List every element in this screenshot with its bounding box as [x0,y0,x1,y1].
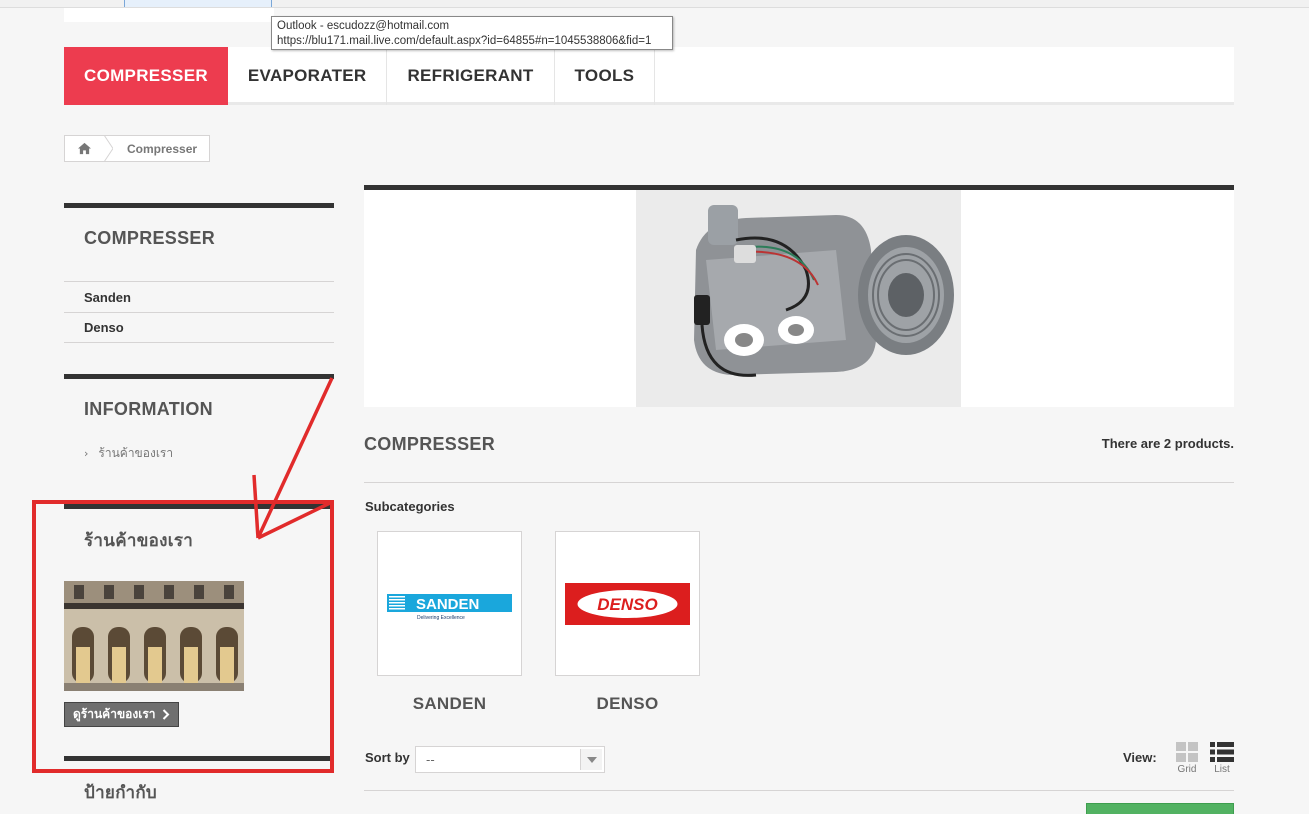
categories-block: COMPRESSER Sanden Denso [64,203,334,343]
divider [364,482,1234,483]
category-item-sanden[interactable]: Sanden [64,281,334,312]
menu-item-evaporater[interactable]: EVAPORATER [228,47,388,105]
list-icon [1210,742,1234,762]
home-icon [78,142,91,155]
subcategory-denso[interactable]: DENSO [555,531,700,676]
sanden-logo-text: SANDEN [416,596,479,613]
tooltip-url: https://blu171.mail.live.com/default.asp… [277,35,652,47]
link-tooltip: Outlook - escudozz@hotmail.com https://b… [271,16,673,50]
denso-logo: DENSO [565,541,690,666]
tooltip-title: Outlook - escudozz@hotmail.com [277,20,450,32]
bookmarks-bar [0,0,1309,8]
sort-label: Sort by [365,750,410,765]
menu-item-tools[interactable]: TOOLS [555,47,656,105]
breadcrumb-separator [104,135,113,162]
annotation-arrow-icon [252,377,334,540]
subcategories-title: Subcategories [365,499,455,514]
info-link-label: ร้านค้าของเรา [98,446,174,460]
subcategory-name-denso[interactable]: DENSO [555,694,700,714]
breadcrumb-home[interactable] [65,135,113,162]
subcategory-name-sanden[interactable]: SANDEN [377,694,522,714]
sanden-tagline: Delivering Excellence [417,615,465,621]
sort-value: -- [426,752,435,767]
category-banner [364,185,1234,407]
bookmark-outlook[interactable] [124,0,272,7]
category-heading: COMPRESSER [364,434,496,454]
compressor-image [636,190,961,407]
view-grid-label: Grid [1177,764,1197,775]
compare-button[interactable] [1086,803,1234,814]
subcategory-sanden[interactable]: SANDEN Delivering Excellence [377,531,522,676]
tags-title: ป้ายกำกับ [84,783,158,802]
categories-title: COMPRESSER [84,228,216,248]
category-item-denso[interactable]: Denso [64,312,334,343]
view-label: View: [1123,750,1157,765]
menu-item-refrigerant[interactable]: REFRIGERANT [387,47,555,105]
view-grid-button[interactable]: Grid [1172,742,1202,775]
product-count: There are 2 products. [1101,436,1234,451]
chevron-right-icon: › [84,447,89,460]
denso-logo-text: DENSO [597,595,657,614]
sort-select[interactable]: -- [415,746,605,773]
grid-icon [1176,742,1198,762]
sanden-logo: SANDEN Delivering Excellence [387,541,512,666]
chevron-down-icon[interactable] [580,749,602,770]
breadcrumb-current: Compresser [127,141,198,156]
breadcrumb: Compresser [64,135,211,162]
top-menu: COMPRESSER EVAPORATER REFRIGERANT TOOLS [64,47,1234,105]
view-list-button[interactable]: List [1207,742,1237,775]
menu-item-compresser[interactable]: COMPRESSER [64,47,228,105]
top-white-strip [64,8,274,22]
divider [364,790,1234,791]
category-list: Sanden Denso [64,281,334,343]
view-list-label: List [1214,764,1230,775]
